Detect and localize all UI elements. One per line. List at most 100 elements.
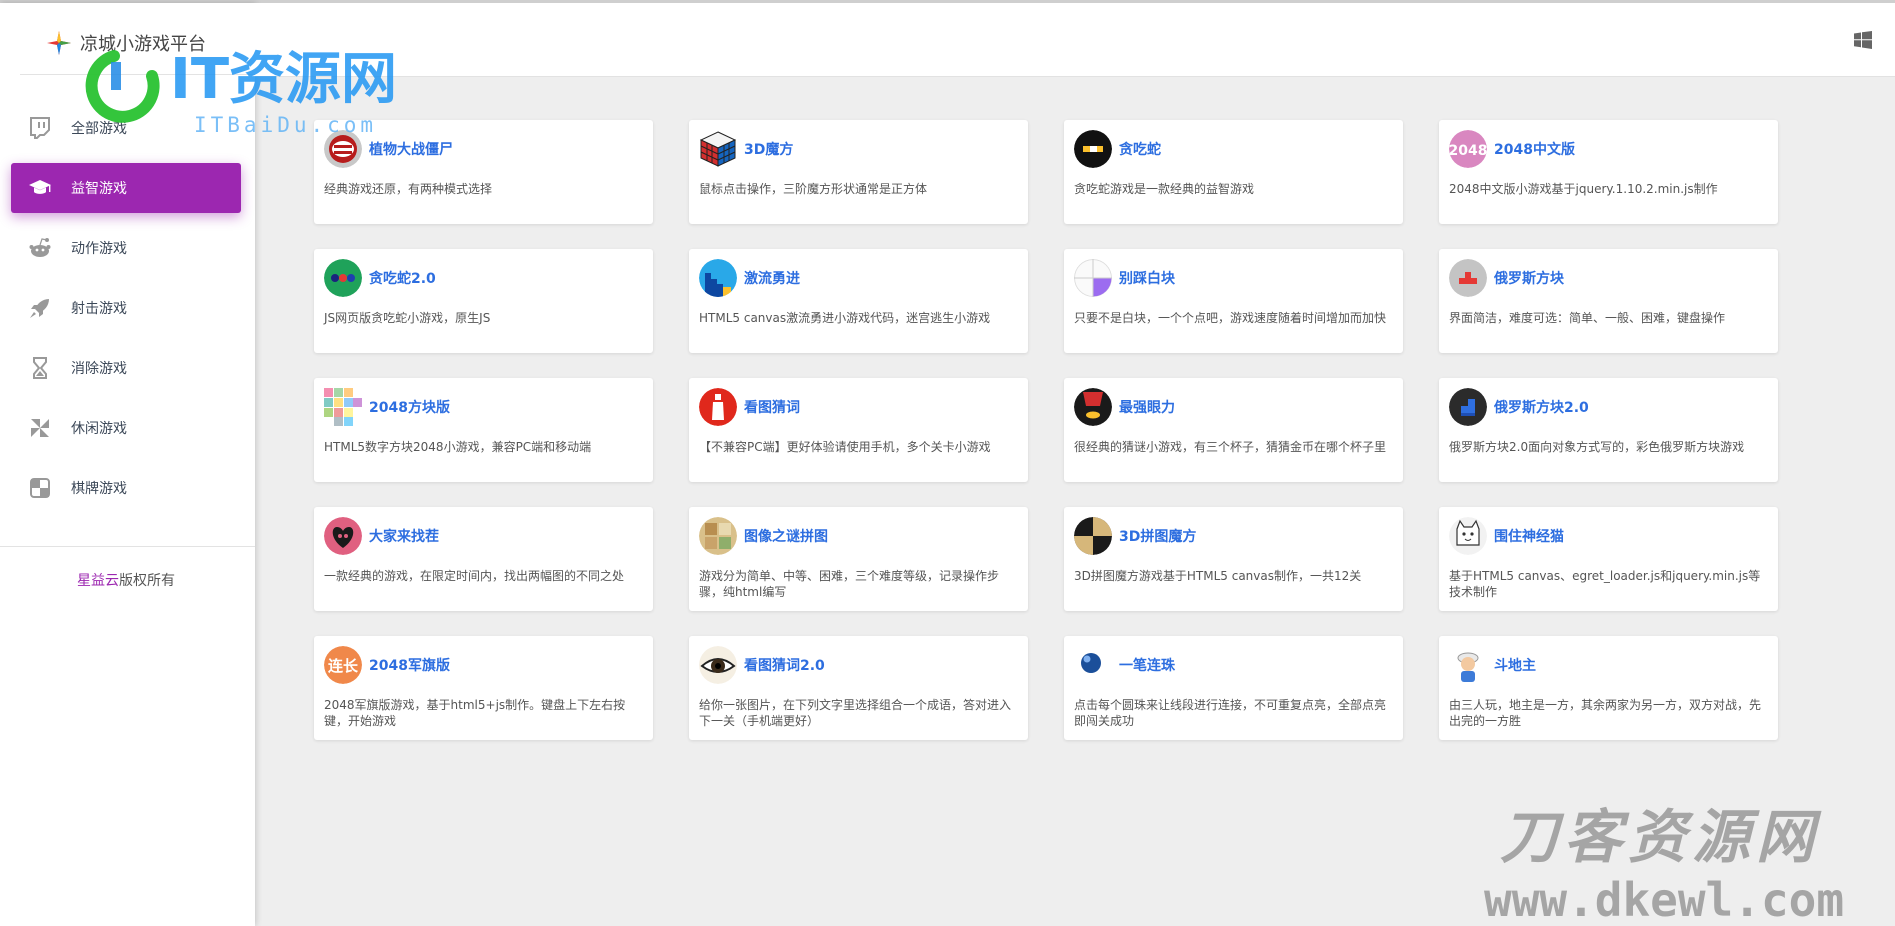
game-title[interactable]: 看图猜词2.0 [744,655,825,675]
game-desc: 界面简洁，难度可选：简单、一般、困难，键盘操作 [1449,311,1726,325]
sidebar-item-label: 益智游戏 [71,181,127,197]
sidebar-item-board-games[interactable]: 棋牌游戏 [0,463,255,513]
game-desc: 贪吃蛇游戏是一款经典的益智游戏 [1074,182,1255,196]
game-title[interactable]: 贪吃蛇 [1119,139,1161,159]
popcap-thumb-icon [324,130,362,168]
game-title[interactable]: 一笔连珠 [1119,655,1175,675]
game-card[interactable]: 斗地主 由三人玩，地主是一方，其余两家为另一方，双方对战，先出完的一方胜 [1439,636,1778,740]
game-title[interactable]: 别踩白块 [1119,268,1175,288]
game-desc: 点击每个圆珠来让线段进行连接，不可重复点亮，全部点亮即闯关成功 [1074,698,1387,728]
game-card[interactable]: 3D魔方 鼠标点击操作，三阶魔方形状通常是正方体 [689,120,1028,224]
puzzle-thumb-icon [699,517,737,555]
game-card[interactable]: 围住神经猫 基于HTML5 canvas、egret_loader.js和jqu… [1439,507,1778,611]
game-title[interactable]: 俄罗斯方块2.0 [1494,397,1589,417]
game-card[interactable]: 俄罗斯方块 界面简洁，难度可选：简单、一般、困难，键盘操作 [1439,249,1778,353]
puzzle3d-thumb-icon [1074,517,1112,555]
game-title[interactable]: 大家来找茬 [369,526,439,546]
sidebar-item-elimination-games[interactable]: 消除游戏 [0,343,255,393]
hourglass-icon [33,357,47,379]
game-desc: 一款经典的游戏，在限定时间内，找出两幅图的不同之处 [324,569,625,583]
game-desc: 基于HTML5 canvas、egret_loader.js和jquery.mi… [1449,569,1761,599]
divider [0,546,255,547]
game-card[interactable]: 3D拼图魔方 3D拼图魔方游戏基于HTML5 canvas制作，一共12关 [1064,507,1403,611]
game-card[interactable]: 2048方块版 HTML5数字方块2048小游戏，兼容PC端和移动端 [314,378,653,482]
sidebar-item-casual-games[interactable]: 休闲游戏 [0,403,255,453]
heart-thumb-icon [324,517,362,555]
twitch-icon [30,117,50,139]
tetris-thumb-icon [1449,259,1487,297]
game-card[interactable]: 一笔连珠 点击每个圆珠来让线段进行连接，不可重复点亮，全部点亮即闯关成功 [1064,636,1403,740]
sidebar-item-label: 全部游戏 [71,121,127,137]
game-card[interactable]: 看图猜词2.0 给你一张图片，在下列文字里选择组合一个成语，答对进入下一关（手机… [689,636,1028,740]
game-title[interactable]: 围住神经猫 [1494,526,1564,546]
cat-thumb-icon [1449,517,1487,555]
watermark-url: www.dkewl.com [1484,873,1844,926]
game-card[interactable]: 激流勇进 HTML5 canvas激流勇进小游戏代码，迷宫逃生小游戏 [689,249,1028,353]
game-card[interactable]: 植物大战僵尸 经典游戏还原，有两种模式选择 [314,120,653,224]
game-title[interactable]: 看图猜词 [744,397,800,417]
game-card[interactable]: 俄罗斯方块2.0 俄罗斯方块2.0面向对象方式写的，彩色俄罗斯方块游戏 [1439,378,1778,482]
game-title[interactable]: 植物大战僵尸 [369,139,453,159]
game-desc: 2048军旗版游戏，基于html5+js制作。键盘上下左右按键，开始游戏 [324,698,626,728]
brand[interactable]: 凉城小游戏平台 [46,25,206,61]
game-card[interactable]: 贪吃蛇2.0 JS网页版贪吃蛇小游戏，原生JS [314,249,653,353]
sidebar: 凉城小游戏平台 全部游戏 益智游戏 动作游戏 射击游戏 消除游戏 休闲游戏 棋牌… [0,3,255,926]
game-desc: 鼠标点击操作，三阶魔方形状通常是正方体 [699,182,928,196]
guess-thumb-icon [699,388,737,426]
game-card[interactable]: 最强眼力 很经典的猜谜小游戏，有三个杯子，猜猜金币在哪个杯子里 [1064,378,1403,482]
landlord-thumb-icon [1449,646,1487,684]
game-card[interactable]: 别踩白块 只要不是白块，一个个点吧，游戏速度随着时间增加而加快 [1064,249,1403,353]
game-title[interactable]: 激流勇进 [744,268,800,288]
game-title[interactable]: 斗地主 [1494,655,1536,675]
copyright-link[interactable]: 星益云 [77,573,119,589]
sidebar-item-action-games[interactable]: 动作游戏 [0,223,255,273]
game-desc: JS网页版贪吃蛇小游戏，原生JS [324,311,491,325]
game-desc: 只要不是白块，一个个点吧，游戏速度随着时间增加而加快 [1074,311,1387,325]
cups-thumb-icon [1074,388,1112,426]
eye-thumb-icon [699,646,737,684]
rubik-cube-icon [699,130,737,168]
site-title: 凉城小游戏平台 [80,34,206,55]
sidebar-item-label: 棋牌游戏 [71,481,127,497]
tetris2-thumb-icon [1449,388,1487,426]
game-card[interactable]: 2048 2048中文版 2048中文版小游戏基于jquery.1.10.2.m… [1439,120,1778,224]
game-title[interactable]: 图像之谜拼图 [744,526,828,546]
ball-thumb-icon [1074,646,1112,684]
game-title[interactable]: 俄罗斯方块 [1494,268,1564,288]
game-title[interactable]: 3D拼图魔方 [1119,526,1196,546]
game-card[interactable]: 连长 2048军旗版 2048军旗版游戏，基于html5+js制作。键盘上下左右… [314,636,653,740]
game-2048-thumb-icon: 2048 [1449,130,1487,168]
sidebar-item-label: 休闲游戏 [71,421,127,437]
divider [20,74,255,75]
game-desc: 俄罗斯方块2.0面向对象方式写的，彩色俄罗斯方块游戏 [1449,440,1745,454]
game-title[interactable]: 2048方块版 [369,397,450,417]
sidebar-item-label: 射击游戏 [71,301,127,317]
sidebar-item-label: 动作游戏 [71,241,127,257]
pinwheel-icon [31,419,49,437]
windows-icon[interactable] [1854,31,1872,49]
snake-thumb-icon [1074,130,1112,168]
game-title[interactable]: 3D魔方 [744,139,793,159]
game-desc: 很经典的猜谜小游戏，有三个杯子，猜猜金币在哪个杯子里 [1074,440,1387,454]
game-card[interactable]: 图像之谜拼图 游戏分为简单、中等、困难，三个难度等级，记录操作步骤，纯html编… [689,507,1028,611]
star-logo-icon [47,31,71,55]
game-card[interactable]: 大家来找茬 一款经典的游戏，在限定时间内，找出两幅图的不同之处 [314,507,653,611]
game-desc: 由三人玩，地主是一方，其余两家为另一方，双方对战，先出完的一方胜 [1449,698,1762,728]
game-desc: 【不兼容PC端】更好体验请使用手机，多个关卡小游戏 [699,440,991,454]
game-title[interactable]: 最强眼力 [1119,397,1175,417]
sidebar-item-shooting-games[interactable]: 射击游戏 [0,283,255,333]
copyright-text: 版权所有 [119,573,175,589]
dkewl-watermark: 刀客资源网 www.dkewl.com [1484,803,1844,926]
game-card[interactable]: 看图猜词 【不兼容PC端】更好体验请使用手机，多个关卡小游戏 [689,378,1028,482]
game-title[interactable]: 2048军旗版 [369,655,450,675]
sidebar-item-puzzle-games[interactable]: 益智游戏 [11,163,241,213]
thumb-text: 连长 [328,657,359,675]
graduation-cap-icon [29,180,51,194]
blocks-thumb-icon [324,388,362,426]
army-2048-thumb-icon: 连长 [324,646,362,684]
game-title[interactable]: 贪吃蛇2.0 [369,268,436,288]
sidebar-item-all-games[interactable]: 全部游戏 [0,103,255,153]
game-card[interactable]: 贪吃蛇 贪吃蛇游戏是一款经典的益智游戏 [1064,120,1403,224]
game-title[interactable]: 2048中文版 [1494,139,1575,159]
game-desc: HTML5 canvas激流勇进小游戏代码，迷宫逃生小游戏 [699,311,991,325]
